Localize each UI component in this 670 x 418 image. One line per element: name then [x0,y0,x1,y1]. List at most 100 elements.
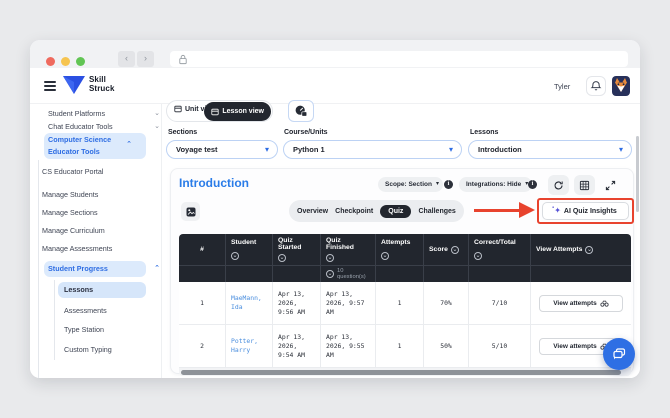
grades-visibility-button[interactable] [288,100,314,122]
sort-icon[interactable] [278,254,286,262]
table-view-button[interactable] [574,175,595,195]
scope-button[interactable]: Scope: Section [378,177,443,192]
quiz-started-cell: Apr 13, 2026, 9:54 AM [273,325,321,368]
sidebar-item-manage-students[interactable]: Manage Students [42,187,166,203]
chevron-up-icon: ⌃ [154,265,160,272]
lesson-view-toggle[interactable]: Lesson view [204,102,271,121]
lesson-view-icon [211,108,219,115]
brand-line-2: Struck [89,83,115,93]
quiz-started-cell: Apr 13, 2026, 9:56 AM [273,282,321,325]
lessons-label: Lessons [470,129,499,136]
notifications-button[interactable] [586,76,606,96]
circle-icon [326,270,334,278]
scope-info-icon[interactable]: i [444,180,453,189]
sidebar-item-student-progress[interactable]: Student Progress ⌃ [48,261,172,277]
page-title: Introduction [179,176,249,190]
traffic-light-zoom[interactable] [76,57,85,66]
column-header-quiz-started[interactable]: Quiz Started [273,234,321,265]
column-header-score[interactable]: Score [424,234,469,265]
sidebar-item-cs-educator-tools[interactable]: Computer Science Educator Tools ⌃ [48,133,144,159]
chat-bubble-icon [613,348,626,360]
course-units-dropdown[interactable]: Python 1 [283,140,462,159]
score-cell: 50% [424,325,469,368]
sidebar-item-cs-educator-portal[interactable]: CS Educator Portal [42,164,166,180]
view-attempts-cell: View attempts [531,282,631,325]
nesting-line [38,160,39,378]
lessons-dropdown[interactable]: Introduction [468,140,632,159]
user-avatar[interactable] [612,76,630,96]
column-header-correct-total[interactable]: Correct/Total [469,234,531,265]
integrations-button[interactable]: Integrations: Hide [459,177,533,192]
refresh-icon [554,180,563,189]
tab-quiz[interactable]: Quiz [380,204,412,218]
table-row: 1 MaeMann, Ida Apr 13, 2026, 9:56 AM Apr… [179,282,631,325]
sidebar-item-manage-sections[interactable]: Manage Sections [42,205,166,221]
browser-chrome: ‹ › [30,40,640,68]
view-toggle: Unit view Lesson view [166,100,273,122]
app-header: Skill Struck Tyler [30,68,640,104]
view-attempts-button[interactable]: View attempts [539,294,623,312]
browser-forward-button[interactable]: › [137,51,154,67]
sidebar-item-manage-curriculum[interactable]: Manage Curriculum [42,223,166,239]
traffic-light-minimize[interactable] [61,57,70,66]
expand-button[interactable] [600,175,621,195]
scrollbar-thumb[interactable] [181,369,621,375]
lock-icon [179,54,187,65]
column-header-number[interactable]: # [179,234,226,265]
annotation-arrowhead [519,202,535,218]
table-header-row: # Student Quiz Started Quiz Finished Att… [179,234,631,265]
question-count-cell: 10 question(s) [321,266,376,282]
browser-back-button[interactable]: ‹ [118,51,135,67]
correct-total-cell: 7/10 [469,282,531,325]
introduction-panel: Introduction Scope: Section i Integratio… [170,168,634,376]
sort-icon[interactable] [381,252,389,261]
skillstruck-logo [63,76,85,94]
hamburger-menu-icon[interactable] [44,81,56,91]
student-name-link[interactable]: Potter, Harry [226,325,273,368]
chat-support-button[interactable] [603,338,635,370]
annotation-highlight-box [537,198,634,224]
sections-dropdown[interactable]: Voyage test [166,140,278,159]
sort-icon[interactable] [326,254,334,262]
column-header-student[interactable]: Student [226,234,273,265]
tab-bar: Overview Checkpoint Quiz Challenges [289,200,464,222]
expand-icon [605,180,616,190]
chevron-up-icon: ⌃ [126,141,132,148]
sort-icon[interactable] [474,252,482,261]
sidebar-item-manage-assessments[interactable]: Manage Assessments [42,241,166,257]
column-header-attempts[interactable]: Attempts [376,234,424,265]
tab-checkpoint[interactable]: Checkpoint [335,208,373,215]
row-number-cell: 1 [179,282,226,325]
fox-avatar-image [612,76,630,96]
column-header-quiz-finished[interactable]: Quiz Finished [321,234,376,265]
sort-icon[interactable] [231,252,239,261]
sort-icon[interactable] [585,245,594,254]
chevron-down-icon: ⌄ [154,123,160,130]
sections-label: Sections [168,129,198,136]
student-name-link[interactable]: MaeMann, Ida [226,282,273,325]
sidebar: Student Platforms ⌄ Chat Educator Tools ⌄ … [30,104,162,378]
address-bar[interactable] [170,51,628,67]
refresh-button[interactable] [548,175,569,195]
column-header-view-attempts[interactable]: View Attempts [531,234,631,265]
row-number-cell: 2 [179,325,226,368]
browser-window: ‹ › Skill Struck Tyler Student Platforms… [30,40,640,378]
bell-icon [590,81,602,91]
quiz-finished-cell: Apr 13, 2026, 9:55 AM [321,325,376,368]
image-icon [186,207,195,216]
tab-challenges[interactable]: Challenges [418,208,455,215]
annotation-arrow [474,209,520,212]
table-row: 2 Potter, Harry Apr 13, 2026, 9:54 AM Ap… [179,325,631,368]
unit-view-icon [174,105,182,113]
table-subheader-row: 10 question(s) [179,265,631,282]
course-units-label: Course/Units [284,129,328,136]
binoculars-icon [600,300,609,307]
tab-overview[interactable]: Overview [297,208,328,215]
traffic-light-close[interactable] [46,57,55,66]
horizontal-scrollbar[interactable] [179,368,631,376]
export-image-button[interactable] [181,202,200,221]
sort-icon[interactable] [450,245,459,254]
integrations-info-icon[interactable]: i [528,180,537,189]
vertical-scrollbar[interactable] [636,136,639,212]
main-content: Unit view Lesson view Sections Course/Un… [162,100,640,378]
